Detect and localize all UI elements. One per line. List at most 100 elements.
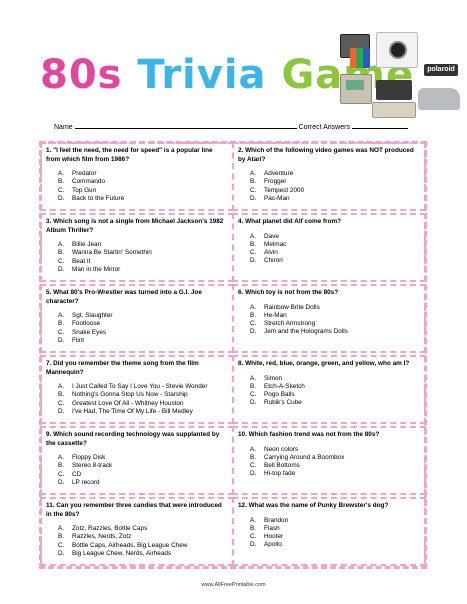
option-letter: D. [58,194,65,202]
option-letter: A. [250,374,257,382]
option-letter: B. [250,382,257,390]
option-text: Bell Bottoms [264,462,300,470]
option-letter: C. [58,257,65,265]
answer-options: A. I Just Called To Say I Love You - Stev… [58,383,228,416]
answer-options: A. Floppy Disk B. Stereo 8-track C. CD D. LP re… [58,454,228,487]
question-card: 7. Did you remember the theme song from … [40,355,234,424]
option-letter: A. [250,170,257,177]
option-text: LP record [72,478,100,486]
option-letter: D. [58,336,65,344]
option-letter: C. [250,391,257,399]
option-letter: C. [250,249,257,257]
option-text: Tempest 2000 [264,186,305,194]
answer-option: B. Stereo 8-track [58,462,228,470]
option-letter: B. [58,533,65,541]
question-card: 5. What 80's Pro-Wrestler was turned int… [40,284,234,353]
option-text: Simon [264,374,283,382]
retro-gadgets-collage: polaroid [336,30,462,126]
option-letter: D. [250,399,257,407]
answer-option: C. Snake Eyes [58,329,228,337]
option-text: Man in the Mirror [72,265,121,273]
answer-option: C. Hooter [250,533,420,541]
computer-keyboard-image [372,102,416,118]
answer-option: B. Frogger [250,178,420,186]
option-letter: B. [250,178,257,186]
option-text: Stereo 8-track [72,462,113,470]
question-text: 9. Which sound recording technology was … [46,431,220,447]
option-letter: A. [250,516,257,524]
option-letter: C. [58,541,65,549]
option-text: Nothing's Gonna Stop Us Now - Starship [72,391,188,399]
name-label: Name [54,124,73,131]
answer-option: B. Footloose [58,320,228,328]
question-card: 11. Can you remember three candies that … [40,497,234,566]
answer-option: C. Tempest 2000 [250,187,420,195]
option-text: Apollo [264,541,282,549]
correct-answers-field[interactable] [351,128,408,129]
question-card: 6. Which toy is not from the 80s? A. Rainb… [232,284,426,353]
option-letter: D. [250,470,257,478]
question-text: 5. What 80's Pro-Wrestler was turned int… [46,289,202,305]
handheld-game-image [340,74,372,104]
answer-option: C. Beat It [58,258,228,266]
option-text: Sgt. Slaughter [72,312,113,319]
answer-option: B. Wanna Be Startin' Somethin [58,249,228,257]
home-computer-image [376,80,412,100]
answer-option: C. Bottle Caps, Airheads, Big League Chew [58,542,228,550]
answer-options: A. Dave B. Melmac C. Alvin D. Chiron [250,233,420,266]
option-letter: D. [58,265,65,273]
question-text: 3. Which song is not a single from Micha… [46,218,224,234]
answer-option: A. I Just Called To Say I Love You - Stev… [58,383,228,391]
question-card: 12. What was the name of Punky Brewster'… [232,497,426,566]
option-text: Bottle Caps, Airheads, Big League Chew [72,541,188,549]
name-answers-line: Name Correct Answers [54,124,408,131]
option-text: Beat It [72,257,91,265]
title-word-80s: 80s [40,52,123,98]
option-text: Jem and the Holograms Dolls [264,328,348,336]
answer-options: A. Sgt. Slaughter B. Footloose C. Snake Eyes D… [58,312,228,345]
name-field[interactable] [74,128,297,129]
question-text: 1. "I feel the need, the need for speed"… [46,147,213,163]
option-text: Dave [264,232,279,240]
option-text: CD [72,470,82,478]
answer-option: D. Hi-top fade [250,470,420,478]
answer-option: C. Top Gun [58,187,228,195]
option-letter: C. [58,399,65,407]
option-letter: A. [250,445,257,453]
option-text: Zotz, Razzles, Bottle Caps [72,525,148,532]
option-text: Wanna Be Startin' Somethin [72,249,152,257]
answer-option: D. Pac-Man [250,195,420,203]
option-text: Melmac [264,240,287,248]
answer-option: D. I've Had, The Time Of My Life - Bill M… [58,408,228,416]
answer-option: C. Greatest Love Of All - Whitney Houston [58,400,228,408]
option-text: Flint [72,336,85,344]
option-text: Greatest Love Of All - Whitney Houston [72,399,184,407]
answer-option: D. LP record [58,479,228,487]
option-letter: B. [250,311,257,319]
option-letter: A. [58,525,65,532]
answer-options: A. Simon B. Etch-A-Sketch C. Pogo Balls D. Rubi… [250,375,420,408]
answer-options: A. Zotz, Razzles, Bottle Caps B. Razzles, N… [58,525,228,558]
question-card: 3. Which song is not a single from Micha… [40,213,234,282]
option-text: Pogo Balls [264,391,295,399]
answer-option: A. Rainbow Brite Dolls [250,304,420,312]
option-text: Carrying Around a Boombox [264,453,345,461]
option-letter: A. [58,454,65,461]
question-card: 8. White, red, blue, orange, green, and … [232,355,426,424]
option-letter: D. [58,549,65,557]
answer-option: A. Predator [58,170,228,178]
option-letter: D. [250,328,257,336]
option-text: Neon colors [264,445,299,453]
option-letter: D. [250,541,257,549]
answer-option: A. Billie Jean [58,241,228,249]
option-text: Footloose [72,320,101,328]
answer-option: A. Simon [250,375,420,383]
answer-option: D. Flint [58,337,228,345]
option-text: Commando [72,178,106,186]
polaroid-logo: polaroid [424,64,458,76]
option-letter: C. [58,186,65,194]
option-text: Big League Chew, Nerds, Airheads [72,549,172,557]
rubiks-cube-image [350,48,370,68]
answer-options: A. Neon colors B. Carrying Around a Boombox… [250,446,420,479]
option-letter: A. [250,232,257,240]
